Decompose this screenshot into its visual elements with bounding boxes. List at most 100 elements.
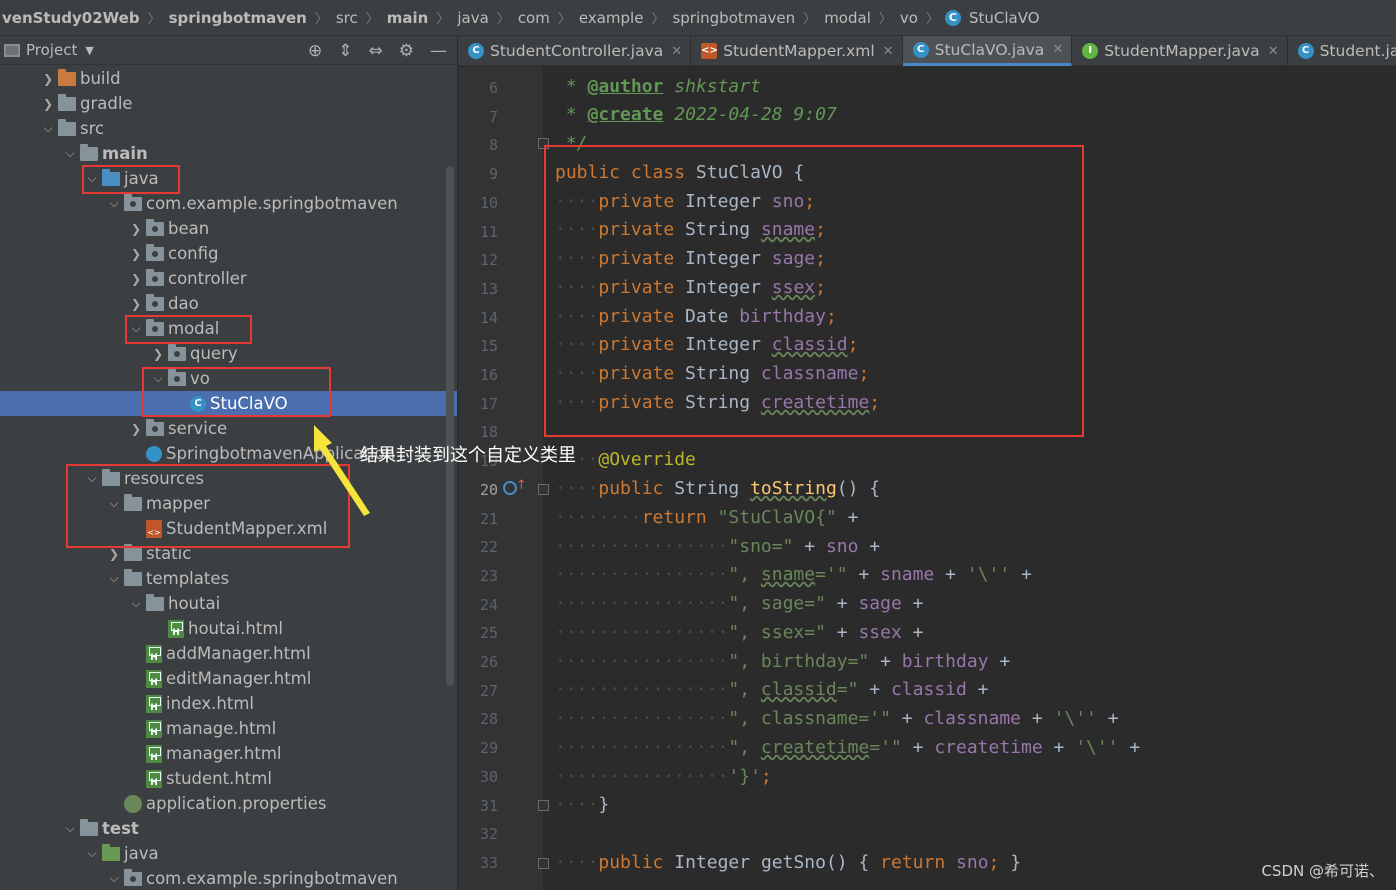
fold-icon[interactable] [538, 858, 549, 869]
breadcrumb-separator-icon: 〉 [651, 12, 665, 27]
chevron-right-icon[interactable]: ❯ [106, 547, 122, 561]
tree-item[interactable]: ❯ build [0, 66, 457, 91]
package-icon [146, 293, 164, 311]
close-icon[interactable]: ✕ [883, 44, 894, 59]
tree-item-label: query [190, 344, 238, 363]
tree-item[interactable]: Hstudent.html [0, 766, 457, 791]
tree-item-label: houtai [168, 594, 221, 613]
tree-item[interactable]: Hmanage.html [0, 716, 457, 741]
hide-icon[interactable]: — [430, 41, 447, 61]
html-file-icon: H [146, 644, 162, 663]
tree-item-label: index.html [166, 694, 254, 713]
folder-icon [58, 118, 76, 136]
chevron-down-icon[interactable]: ⌵ [62, 821, 78, 836]
tree-item[interactable]: Hindex.html [0, 691, 457, 716]
editor-tab[interactable]: <> StudentMapper.xml ✕ [691, 36, 903, 66]
chevron-right-icon[interactable]: ❯ [40, 72, 56, 86]
expand-all-icon[interactable]: ⇕ [338, 41, 352, 61]
chevron-right-icon[interactable]: ❯ [128, 297, 144, 311]
chevron-down-icon[interactable]: ⌵ [106, 196, 122, 211]
tree-item[interactable]: ⌵ com.example.springbotmaven [0, 191, 457, 216]
chevron-down-icon[interactable]: ⌵ [128, 596, 144, 611]
line-number: 29 [479, 739, 498, 758]
breadcrumb-item[interactable]: example [577, 9, 646, 27]
chevron-down-icon[interactable]: ⌵ [84, 846, 100, 861]
breadcrumb-item[interactable]: venStudy02Web [0, 9, 142, 27]
chevron-right-icon[interactable]: ❯ [150, 347, 166, 361]
line-number: 23 [479, 566, 498, 585]
chevron-down-icon[interactable]: ⌵ [106, 871, 122, 886]
tree-item-label: com.example.springbotmaven [146, 869, 398, 888]
tree-item[interactable]: ❯ service [0, 416, 457, 441]
tree-item[interactable]: ⌵ com.example.springbotmaven [0, 866, 457, 890]
tree-item[interactable]: ❯ dao [0, 291, 457, 316]
collapse-all-icon[interactable]: ⇔ [369, 41, 383, 61]
class-icon: C [468, 43, 484, 59]
line-number: 17 [479, 394, 498, 413]
editor-tab[interactable]: C StuClaVO.java ✕ [902, 36, 1073, 66]
package-icon [146, 418, 164, 436]
breadcrumb-item[interactable]: src [334, 9, 360, 27]
chevron-right-icon[interactable]: ❯ [128, 247, 144, 261]
tree-item[interactable]: ⌵ src [0, 116, 457, 141]
breadcrumb-current[interactable]: StuClaVO [967, 9, 1042, 27]
tree-item[interactable]: ❯ config [0, 241, 457, 266]
tree-item[interactable]: ⌵ houtai [0, 591, 457, 616]
tree-item[interactable]: ❯ bean [0, 216, 457, 241]
chevron-right-icon[interactable]: ❯ [40, 97, 56, 111]
breadcrumb-item[interactable]: springbotmaven [167, 9, 309, 27]
override-marker-icon[interactable] [503, 481, 517, 495]
chevron-down-icon[interactable]: ⌵ [40, 121, 56, 136]
chevron-down-icon[interactable]: ▼ [85, 44, 93, 57]
breadcrumb-item[interactable]: java [455, 9, 490, 27]
breadcrumb-separator-icon: 〉 [878, 12, 892, 27]
breadcrumb-item[interactable]: main [385, 9, 431, 27]
html-file-icon: H [146, 669, 162, 688]
panel-scrollbar[interactable] [446, 166, 454, 686]
tree-item[interactable]: ❯ gradle [0, 91, 457, 116]
editor-tab[interactable]: C Student.java [1288, 36, 1396, 66]
breadcrumb-item[interactable]: springbotmaven [670, 9, 797, 27]
editor-tab[interactable]: C StudentController.java ✕ [458, 36, 692, 66]
tree-item[interactable]: ⌵ main [0, 141, 457, 166]
editor-tab-label: Student.java [1319, 42, 1396, 60]
package-icon [124, 193, 142, 211]
test-folder-icon [102, 843, 120, 861]
tree-item[interactable]: ⌵ java [0, 166, 457, 191]
tree-item-label: addManager.html [166, 644, 311, 663]
tree-item[interactable]: HeditManager.html [0, 666, 457, 691]
tree-item[interactable]: ❯ query [0, 341, 457, 366]
close-icon[interactable]: ✕ [1052, 42, 1063, 57]
tree-item-label: service [168, 419, 228, 438]
breadcrumb-item[interactable]: modal [822, 9, 873, 27]
locate-icon[interactable]: ⊕ [308, 41, 322, 61]
close-icon[interactable]: ✕ [1268, 44, 1279, 59]
breadcrumb-item[interactable]: vo [898, 9, 920, 27]
tree-item-label: gradle [80, 94, 133, 113]
chevron-right-icon[interactable]: ❯ [128, 422, 144, 436]
close-icon[interactable]: ✕ [671, 44, 682, 59]
override-arrow-icon: ↑ [516, 478, 527, 493]
editor-tab[interactable]: I StudentMapper.java ✕ [1072, 36, 1288, 66]
fold-icon[interactable] [538, 800, 549, 811]
chevron-down-icon[interactable]: ⌵ [106, 571, 122, 586]
chevron-down-icon[interactable]: ⌵ [62, 146, 78, 161]
tree-item[interactable]: application.properties [0, 791, 457, 816]
folder-icon [58, 93, 76, 111]
chevron-right-icon[interactable]: ❯ [128, 222, 144, 236]
tree-item[interactable]: ⌵ test [0, 816, 457, 841]
tree-item[interactable]: ❯ controller [0, 266, 457, 291]
tree-item[interactable]: Hhoutai.html [0, 616, 457, 641]
panel-toolbar: ⊕ ⇕ ⇔ ⚙ — [308, 36, 447, 65]
chevron-right-icon[interactable]: ❯ [128, 272, 144, 286]
fold-icon[interactable] [538, 484, 549, 495]
breadcrumb-item[interactable]: com [516, 9, 552, 27]
tree-item[interactable]: Hmanager.html [0, 741, 457, 766]
folder-icon [80, 143, 98, 161]
tree-item[interactable]: HaddManager.html [0, 641, 457, 666]
gear-icon[interactable]: ⚙ [399, 41, 414, 61]
spring-boot-icon [146, 445, 162, 462]
class-icon: C [1297, 43, 1314, 59]
tree-item[interactable]: ⌵ java [0, 841, 457, 866]
tree-item[interactable]: ⌵ templates [0, 566, 457, 591]
